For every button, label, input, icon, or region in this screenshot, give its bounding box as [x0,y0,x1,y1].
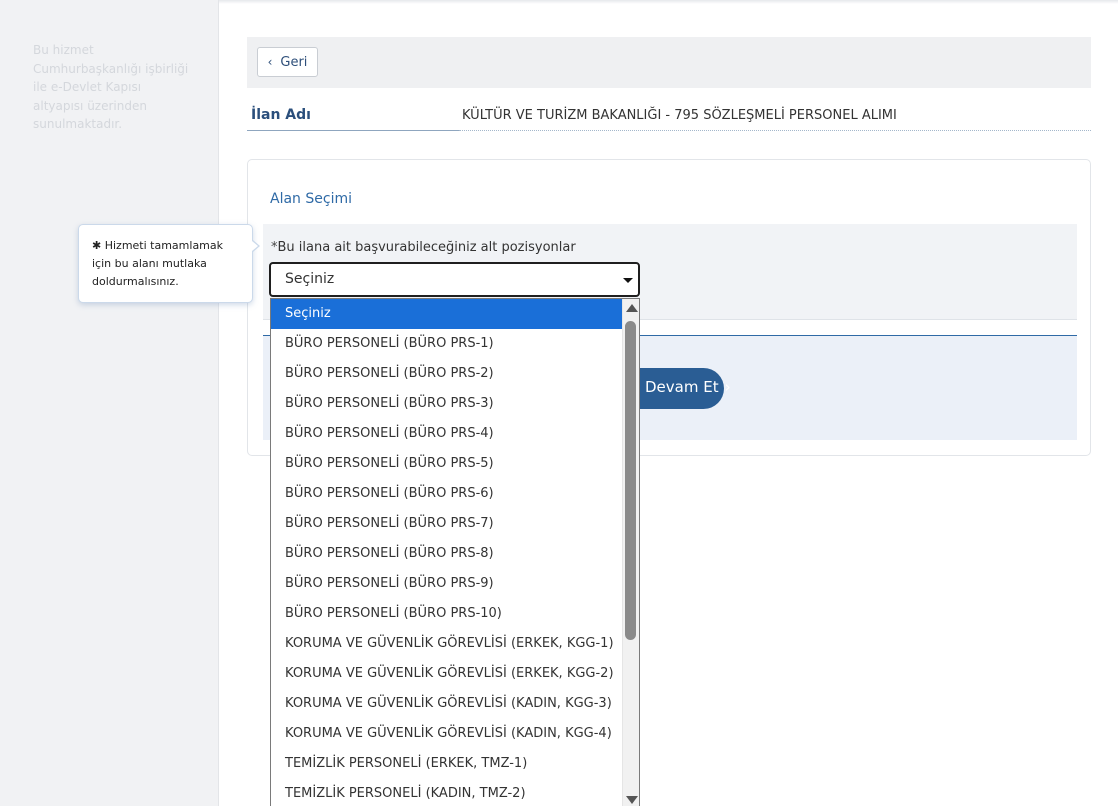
caret-down-icon [623,278,633,283]
dropdown-option[interactable]: Seçiniz [271,299,639,329]
required-field-tooltip: ✱ Hizmeti tamamlamak için bu alanı mutla… [78,224,253,303]
dropdown-option[interactable]: BÜRO PERSONELİ (BÜRO PRS-4) [271,419,639,449]
dropdown-option[interactable]: BÜRO PERSONELİ (BÜRO PRS-10) [271,599,639,629]
dropdown-option[interactable]: BÜRO PERSONELİ (BÜRO PRS-8) [271,539,639,569]
back-button[interactable]: ‹ Geri [257,47,318,77]
dropdown-scrollbar[interactable] [622,299,639,806]
dropdown-option[interactable]: BÜRO PERSONELİ (BÜRO PRS-3) [271,389,639,419]
dropdown-option[interactable]: KORUMA VE GÜVENLİK GÖREVLİSİ (ERKEK, KGG… [271,659,639,689]
chevron-right-icon: › [724,378,731,396]
scroll-up-arrow-icon[interactable] [626,304,638,312]
scroll-down-arrow-icon[interactable] [626,796,638,804]
dropdown-option[interactable]: BÜRO PERSONELİ (BÜRO PRS-9) [271,569,639,599]
dropdown-option[interactable]: KORUMA VE GÜVENLİK GÖREVLİSİ (ERKEK, KGG… [271,629,639,659]
dropdown-option[interactable]: BÜRO PERSONELİ (BÜRO PRS-6) [271,479,639,509]
dropdown-option[interactable]: TEMİZLİK PERSONELİ (ERKEK, TMZ-1) [271,749,639,779]
dropdown-option[interactable]: KORUMA VE GÜVENLİK GÖREVLİSİ (KADIN, KGG… [271,689,639,719]
position-select-value: Seçiniz [285,271,335,287]
scrollbar-thumb[interactable] [625,321,636,640]
dropdown-option[interactable]: BÜRO PERSONELİ (BÜRO PRS-5) [271,449,639,479]
dropdown-option[interactable]: BÜRO PERSONELİ (BÜRO PRS-1) [271,329,639,359]
field-label-text: Bu ilana ait başvurabileceğiniz alt pozi… [277,240,576,255]
back-bar: ‹ Geri [247,37,1091,88]
dropdown-option[interactable]: BÜRO PERSONELİ (BÜRO PRS-7) [271,509,639,539]
tooltip-arrow-inner [252,241,258,251]
position-dropdown-list: Seçiniz BÜRO PERSONELİ (BÜRO PRS-1) BÜRO P… [270,298,640,806]
dropdown-option[interactable]: BÜRO PERSONELİ (BÜRO PRS-2) [271,359,639,389]
back-button-label: Geri [280,54,308,70]
top-shadow [219,0,1118,4]
sidebar-service-note: Bu hizmet Cumhurbaşkanlığı işbirliği ile… [33,43,189,131]
section-title: Alan Seçimi [270,191,352,207]
ilan-name-label: İlan Adı [247,104,459,131]
dropdown-option[interactable]: TEMİZLİK PERSONELİ (KADIN, TMZ-2) [271,779,639,806]
field-label: *Bu ilana ait başvurabileceğiniz alt poz… [271,240,576,255]
dropdown-option[interactable]: KORUMA VE GÜVENLİK GÖREVLİSİ (KADIN, KGG… [271,719,639,749]
ilan-name-value: KÜLTÜR VE TURİZM BAKANLIĞI - 795 SÖZLEŞM… [459,104,1091,131]
continue-button-label: Devam Et [645,378,719,396]
sidebar: Bu hizmet Cumhurbaşkanlığı işbirliği ile… [0,0,219,806]
chevron-left-icon: ‹ [267,55,273,69]
position-select[interactable]: Seçiniz [269,262,640,297]
